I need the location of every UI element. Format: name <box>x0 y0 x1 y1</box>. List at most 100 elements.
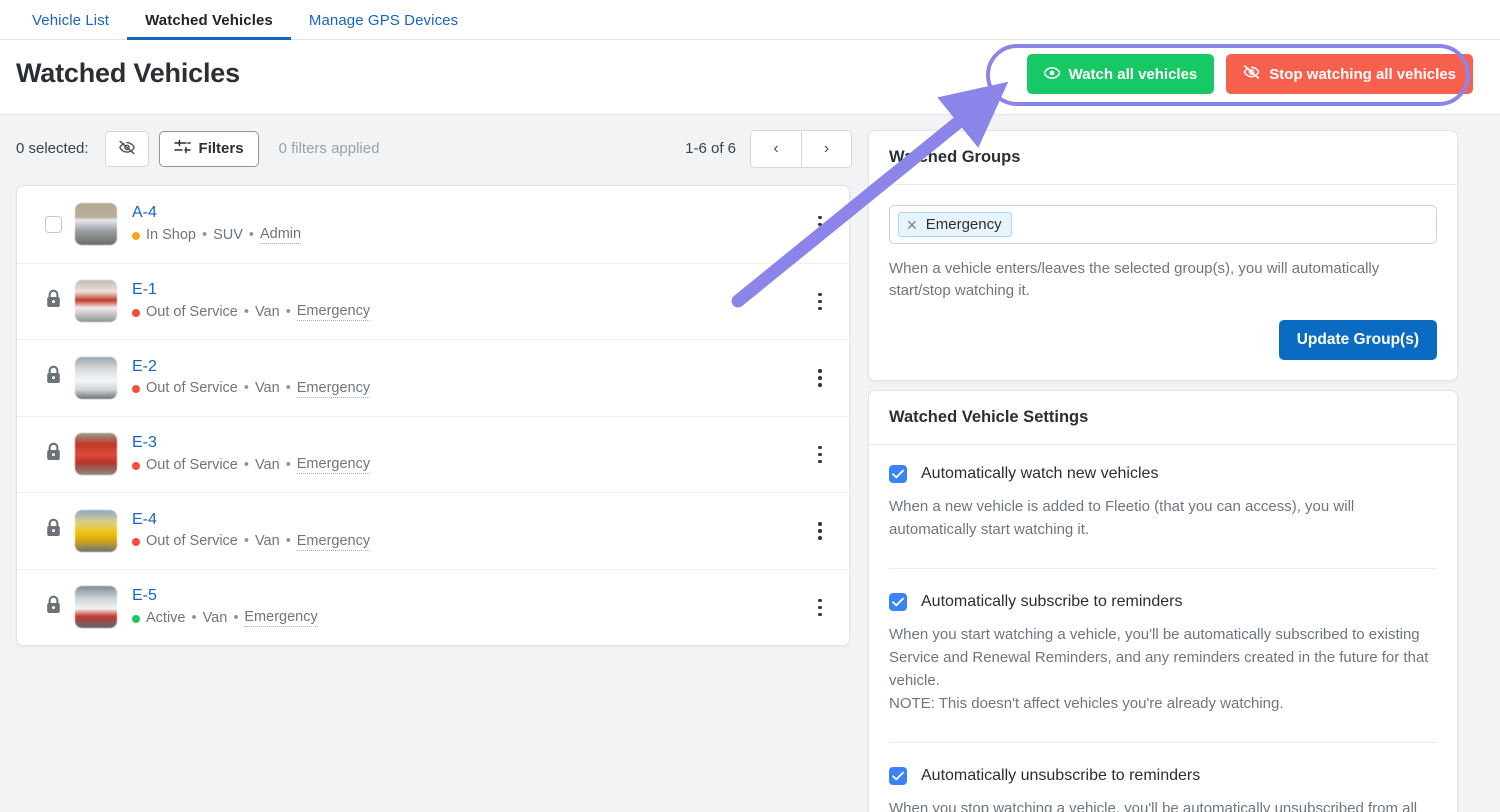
status-dot <box>132 308 140 317</box>
status-dot <box>132 614 140 623</box>
setting-item: Automatically watch new vehicles When a n… <box>889 465 1437 542</box>
row-menu-button[interactable] <box>807 286 833 316</box>
vehicle-info: E-1 Out of Service • Van • Emergency <box>132 281 371 322</box>
vehicle-name-link[interactable]: E-3 <box>132 434 370 452</box>
meta-separator: • <box>191 609 197 626</box>
lock-icon <box>45 595 62 620</box>
stop-watching-all-vehicles-button[interactable]: Stop watching all vehicles <box>1226 54 1473 94</box>
table-row[interactable]: E-5 Active • Van • Emergency <box>17 568 849 646</box>
vehicle-group-link[interactable]: Emergency <box>296 380 371 398</box>
watch-all-vehicles-button[interactable]: Watch all vehicles <box>1026 54 1215 94</box>
vehicle-status: Active <box>146 609 186 626</box>
vehicle-name-link[interactable]: E-4 <box>132 511 370 529</box>
watched-groups-input[interactable]: ✕ Emergency <box>889 205 1437 244</box>
tab-watched-vehicles[interactable]: Watched Vehicles <box>127 13 291 40</box>
vehicle-meta: Out of Service • Van • Emergency <box>132 456 371 475</box>
vehicle-thumbnail <box>75 509 117 552</box>
setting-checkbox[interactable] <box>889 465 907 483</box>
vehicle-info: E-4 Out of Service • Van • Emergency <box>132 511 371 551</box>
setting-description: When a new vehicle is added to Fleetio (… <box>889 498 1355 539</box>
row-menu-button[interactable] <box>807 439 833 469</box>
status-dot <box>132 385 140 394</box>
vehicle-name-link[interactable]: A-4 <box>132 204 301 222</box>
watched-groups-panel: Watched Groups ✕ Emergency When a vehicl… <box>868 130 1458 381</box>
list-toolbar: 0 selected: Filters 0 filters applied 1-… <box>0 115 868 182</box>
pagination-count: 1-6 of 6 <box>685 140 736 157</box>
vehicle-type: Van <box>254 380 280 397</box>
vehicle-status: Out of Service <box>146 380 238 397</box>
meta-separator: • <box>243 303 249 320</box>
stop-watching-all-label: Stop watching all vehicles <box>1269 65 1456 83</box>
tab-vehicle-list[interactable]: Vehicle List <box>14 13 127 39</box>
vehicle-meta: In Shop • SUV • Admin <box>132 226 302 245</box>
vehicle-status: Out of Service <box>146 456 238 473</box>
vehicle-type: Van <box>254 456 280 473</box>
hide-selected-button[interactable] <box>104 130 149 167</box>
vehicle-name-link[interactable]: E-5 <box>132 587 318 605</box>
pagination-prev-button[interactable]: ‹ <box>751 130 801 167</box>
divider <box>889 741 1437 743</box>
table-row[interactable]: E-4 Out of Service • Van • Emergency <box>17 492 849 569</box>
watched-vehicles-page: Vehicle List Watched Vehicles Manage GPS… <box>0 0 1500 812</box>
group-tag-emergency[interactable]: ✕ Emergency <box>898 212 1012 237</box>
setting-label: Automatically subscribe to reminders <box>921 592 1183 610</box>
status-dot <box>132 538 140 547</box>
vehicle-info: A-4 In Shop • SUV • Admin <box>132 204 302 245</box>
setting-item: Automatically unsubscribe to reminders Wh… <box>889 766 1437 812</box>
vehicle-name-link[interactable]: E-1 <box>132 281 370 299</box>
pagination: 1-6 of 6 ‹ › <box>685 129 852 168</box>
vehicle-group-link[interactable]: Emergency <box>244 609 318 628</box>
vehicle-group-link[interactable]: Emergency <box>296 303 371 322</box>
meta-separator: • <box>285 380 291 397</box>
vehicle-name-link[interactable]: E-2 <box>132 358 370 376</box>
tab-manage-gps-devices[interactable]: Manage GPS Devices <box>291 13 476 39</box>
row-menu-button[interactable] <box>807 592 833 622</box>
setting-description: When you stop watching a vehicle, you'll… <box>889 799 1418 812</box>
vehicle-status: Out of Service <box>146 533 238 550</box>
table-row[interactable]: E-3 Out of Service • Van • Emergency <box>17 415 849 493</box>
vehicle-thumbnail <box>75 586 117 629</box>
setting-checkbox[interactable] <box>889 766 907 785</box>
row-lead <box>31 289 75 314</box>
eye-off-icon <box>1243 65 1260 83</box>
vehicle-type: Van <box>254 533 280 550</box>
table-row[interactable]: E-1 Out of Service • Van • Emergency <box>17 262 849 340</box>
page-title: Watched Vehicles <box>16 58 240 88</box>
lock-icon <box>45 365 62 390</box>
vehicle-meta: Out of Service • Van • Emergency <box>132 533 371 551</box>
sliders-icon <box>173 139 191 158</box>
setting-item: Automatically subscribe to reminders When… <box>889 592 1437 716</box>
row-lead <box>31 595 75 620</box>
vehicle-type: Van <box>254 303 280 320</box>
watched-groups-title: Watched Groups <box>869 131 1457 185</box>
watch-all-label: Watch all vehicles <box>1068 65 1198 83</box>
meta-separator: • <box>243 380 249 397</box>
vehicle-group-link[interactable]: Emergency <box>296 533 371 551</box>
vehicle-group-link[interactable]: Admin <box>259 226 302 245</box>
meta-separator: • <box>248 226 254 243</box>
table-row[interactable]: E-2 Out of Service • Van • Emergency <box>17 339 849 416</box>
setting-checkbox[interactable] <box>889 592 907 611</box>
row-lead <box>31 442 75 467</box>
vehicle-meta: Active • Van • Emergency <box>132 609 318 628</box>
filters-label: Filters <box>198 140 244 157</box>
group-tag-label: Emergency <box>925 216 1002 233</box>
vehicle-meta: Out of Service • Van • Emergency <box>132 380 371 398</box>
row-menu-button[interactable] <box>807 516 833 546</box>
close-icon[interactable]: ✕ <box>906 218 918 232</box>
meta-separator: • <box>243 533 249 550</box>
vehicle-group-link[interactable]: Emergency <box>296 456 371 475</box>
pagination-next-button[interactable]: › <box>801 130 851 167</box>
update-groups-button[interactable]: Update Group(s) <box>1278 319 1437 360</box>
selected-count-label: 0 selected: <box>16 140 89 157</box>
row-menu-button[interactable] <box>807 363 833 393</box>
page-header: Watched Vehicles Watch all vehicles Stop… <box>0 40 1500 115</box>
row-menu-button[interactable] <box>807 209 833 239</box>
row-checkbox[interactable] <box>44 215 62 233</box>
filters-button[interactable]: Filters <box>158 130 259 167</box>
setting-label: Automatically watch new vehicles <box>921 465 1159 482</box>
lock-icon <box>45 442 62 467</box>
table-row[interactable]: A-4 In Shop • SUV • Admin <box>17 186 849 263</box>
status-dot <box>132 231 140 240</box>
vehicle-type: Van <box>202 609 228 626</box>
